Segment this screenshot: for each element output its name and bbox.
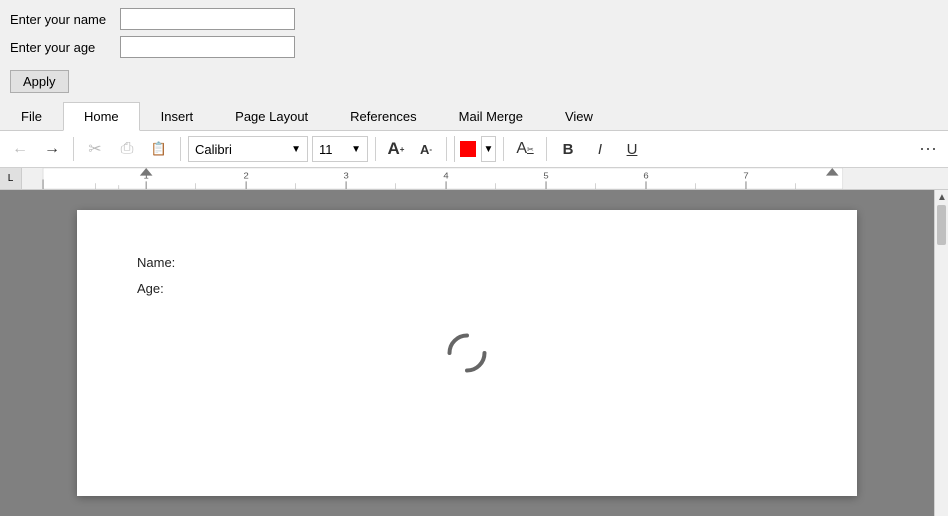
svg-text:5: 5 [543, 171, 548, 181]
tab-mail-merge[interactable]: Mail Merge [438, 102, 544, 131]
name-label: Enter your name [10, 12, 120, 27]
age-label: Enter your age [10, 40, 120, 55]
ruler: 1 2 3 4 5 6 7 [22, 168, 948, 189]
underline-button[interactable]: U [618, 135, 646, 163]
font-size-selector[interactable]: 11 ▼ [312, 136, 368, 162]
more-button[interactable]: ⋯ [914, 135, 942, 163]
document-content: Name: Age: [137, 250, 797, 302]
redo-button[interactable]: → [38, 135, 66, 163]
copy-button[interactable]: ⎙ [113, 135, 141, 163]
ruler-tab-selector[interactable]: L [0, 168, 22, 189]
font-grow-button[interactable]: A+ [383, 136, 409, 162]
name-input[interactable] [120, 8, 295, 30]
font-size-label: 11 [319, 142, 333, 157]
color-swatch [460, 141, 476, 157]
svg-text:2: 2 [243, 171, 248, 181]
cut-button[interactable]: ✂ [81, 135, 109, 163]
apply-button[interactable]: Apply [10, 70, 69, 93]
bold-button[interactable]: B [554, 135, 582, 163]
italic-button[interactable]: I [586, 135, 614, 163]
divider-6 [546, 137, 547, 161]
loading-spinner [440, 326, 495, 381]
document-page: Name: Age: [77, 210, 857, 496]
tab-view[interactable]: View [544, 102, 614, 131]
font-dropdown-icon: ▼ [291, 144, 301, 155]
doc-name-field: Name: [137, 250, 797, 276]
document-area: Name: Age: ▲ [0, 190, 948, 516]
svg-text:3: 3 [343, 171, 348, 181]
divider-3 [375, 137, 376, 161]
scroll-thumb[interactable] [937, 205, 946, 245]
toolbar: ← → ✂ ⎙ 📋 Calibri ▼ 11 ▼ A+ A- ▼ A✂ [0, 131, 948, 168]
font-color-button[interactable] [455, 136, 481, 162]
font-name-label: Calibri [195, 142, 232, 157]
clear-format-button[interactable]: A✂ [511, 135, 539, 163]
font-color-group: ▼ [454, 136, 496, 162]
doc-age-field: Age: [137, 276, 797, 302]
svg-text:4: 4 [443, 171, 448, 181]
svg-text:6: 6 [643, 171, 648, 181]
ruler-container: L 1 2 3 4 5 6 7 [0, 168, 948, 190]
tab-references[interactable]: References [329, 102, 437, 131]
tab-page-layout[interactable]: Page Layout [214, 102, 329, 131]
font-color-dropdown[interactable]: ▼ [481, 136, 495, 162]
font-family-selector[interactable]: Calibri ▼ [188, 136, 308, 162]
font-size-dropdown-icon: ▼ [351, 144, 361, 155]
ribbon-tabs: File Home Insert Page Layout References … [0, 101, 948, 131]
undo-button[interactable]: ← [6, 135, 34, 163]
document-scroll[interactable]: Name: Age: [0, 190, 934, 516]
tab-home[interactable]: Home [63, 102, 140, 131]
paste-button[interactable]: 📋 [145, 135, 173, 163]
divider-4 [446, 137, 447, 161]
svg-text:7: 7 [743, 171, 748, 181]
divider-1 [73, 137, 74, 161]
tab-insert[interactable]: Insert [140, 102, 215, 131]
age-input[interactable] [120, 36, 295, 58]
tab-file[interactable]: File [0, 102, 63, 131]
scroll-up-button[interactable]: ▲ [935, 190, 948, 204]
divider-5 [503, 137, 504, 161]
vertical-scrollbar[interactable]: ▲ [934, 190, 948, 516]
font-shrink-button[interactable]: A- [413, 136, 439, 162]
divider-2 [180, 137, 181, 161]
